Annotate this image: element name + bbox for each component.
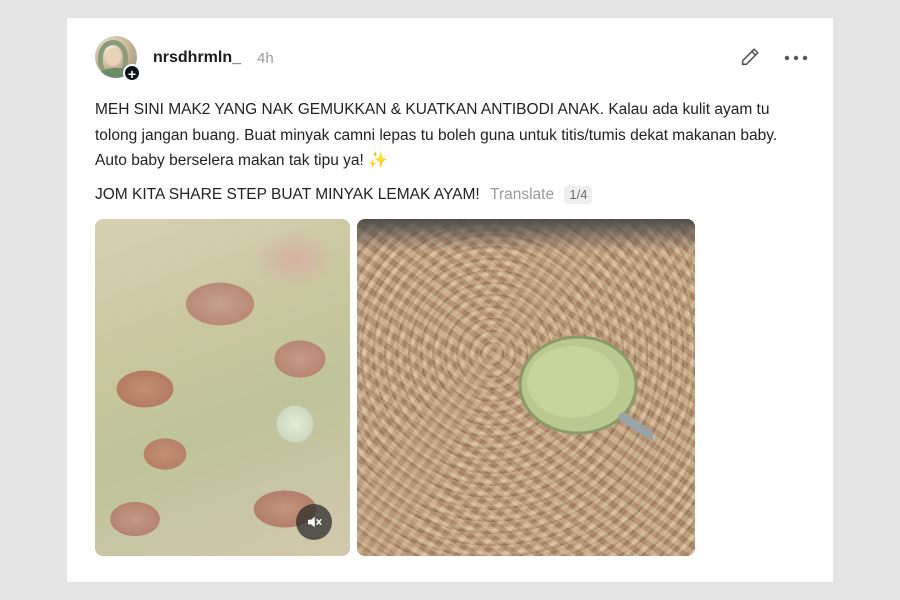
mute-button[interactable] [296,504,332,540]
follow-plus-icon[interactable]: + [123,64,141,82]
username[interactable]: nrsdhrmln_ [153,49,241,67]
post-body: MEH SINI MAK2 YANG NAK GEMUKKAN & KUATKA… [95,97,805,174]
timestamp: 4h [257,50,274,67]
media-counter: 1/4 [564,186,593,204]
post-card: + nrsdhrmln_ 4h MEH SINI MAK2 YANG NAK G… [67,18,833,582]
speaker-muted-icon [308,516,322,528]
more-horizontal-icon[interactable] [783,48,809,68]
pan-edge [357,219,695,251]
sparkles-emoji: ✨ [368,152,389,169]
post-headline: JOM KITA SHARE STEP BUAT MINYAK LEMAK AY… [95,186,480,203]
ladle-in-oil [518,335,653,442]
pencil-icon[interactable] [739,46,761,68]
post-header: + nrsdhrmln_ 4h [95,36,809,82]
post-body-text: MEH SINI MAK2 YANG NAK GEMUKKAN & KUATKA… [95,101,778,169]
translate-link[interactable]: Translate [490,186,554,203]
media-video-1[interactable] [95,219,350,556]
media-image-2[interactable] [357,219,695,556]
avatar-face [105,48,121,66]
post-headline-row: JOM KITA SHARE STEP BUAT MINYAK LEMAK AY… [95,186,593,204]
